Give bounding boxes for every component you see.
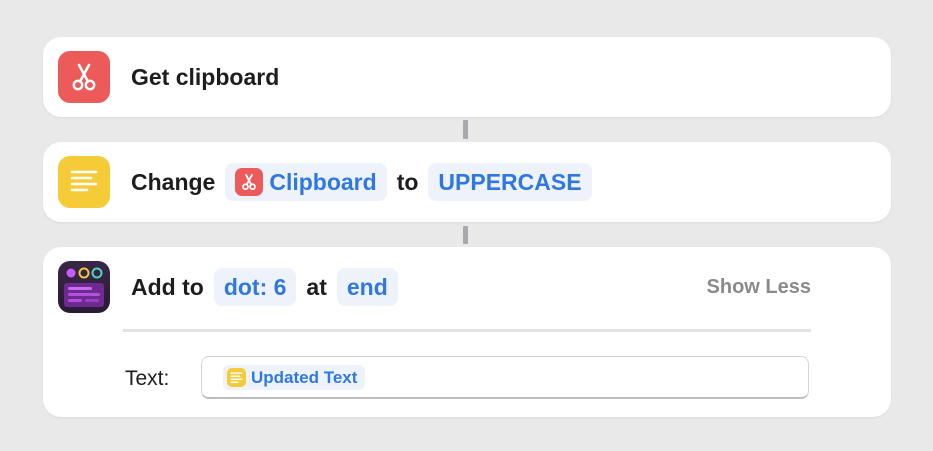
action-sentence: Add to dot: 6 at end (131, 267, 398, 307)
show-less-button[interactable]: Show Less (707, 276, 811, 299)
text-lines-icon (227, 368, 246, 387)
verb-label: Add to (131, 273, 204, 300)
action-change-case[interactable]: Change Clipboard to UPPERCASE (43, 142, 891, 222)
flow-connector (463, 226, 468, 244)
target-token[interactable]: dot: 6 (213, 268, 297, 306)
token-label: Updated Text (251, 367, 358, 387)
action-title-row: Get clipboard (131, 57, 279, 97)
text-lines-icon (58, 156, 110, 208)
case-mode-token[interactable]: UPPERCASE (428, 163, 592, 201)
action-get-clipboard[interactable]: Get clipboard (43, 37, 891, 117)
action-title: Get clipboard (131, 63, 280, 90)
updated-text-variable-token[interactable]: Updated Text (223, 365, 366, 390)
connector-label: to (396, 168, 419, 195)
position-token[interactable]: end (336, 268, 398, 306)
action-add-to-dot[interactable]: Add to dot: 6 at end Show Less Text: Upd… (43, 247, 891, 417)
clipboard-variable-token[interactable]: Clipboard (225, 163, 387, 201)
flow-connector (463, 120, 468, 139)
action-sentence: Change Clipboard to UPPERCASE (131, 162, 592, 202)
dot-app-icon (58, 261, 110, 313)
connector-label: at (306, 273, 327, 300)
divider (123, 329, 811, 332)
scissors-icon (235, 168, 264, 196)
text-parameter-field[interactable]: Updated Text (201, 356, 809, 399)
verb-label: Change (131, 168, 216, 195)
token-label: Clipboard (269, 168, 377, 195)
text-parameter-label: Text: (125, 367, 170, 390)
scissors-icon (58, 51, 110, 103)
